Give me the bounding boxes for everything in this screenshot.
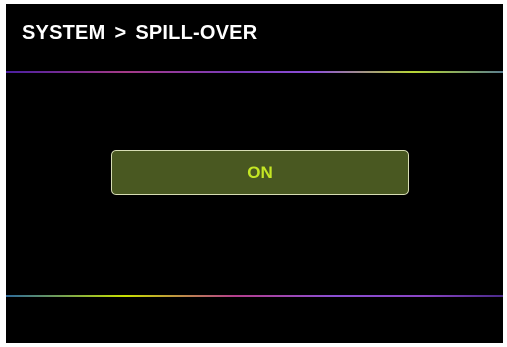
breadcrumb-section: SYSTEM xyxy=(22,22,106,44)
top-divider xyxy=(6,71,503,73)
bottom-divider xyxy=(6,295,503,297)
page-title: SYSTEM > SPILL-OVER xyxy=(22,22,257,45)
device-screen: SYSTEM > SPILL-OVER ON xyxy=(6,4,503,343)
spill-over-toggle-button[interactable]: ON xyxy=(111,150,409,195)
toggle-value-label: ON xyxy=(247,162,273,182)
breadcrumb-separator: > xyxy=(114,22,127,44)
breadcrumb-page: SPILL-OVER xyxy=(135,22,258,44)
header-bar: SYSTEM > SPILL-OVER xyxy=(6,4,503,70)
